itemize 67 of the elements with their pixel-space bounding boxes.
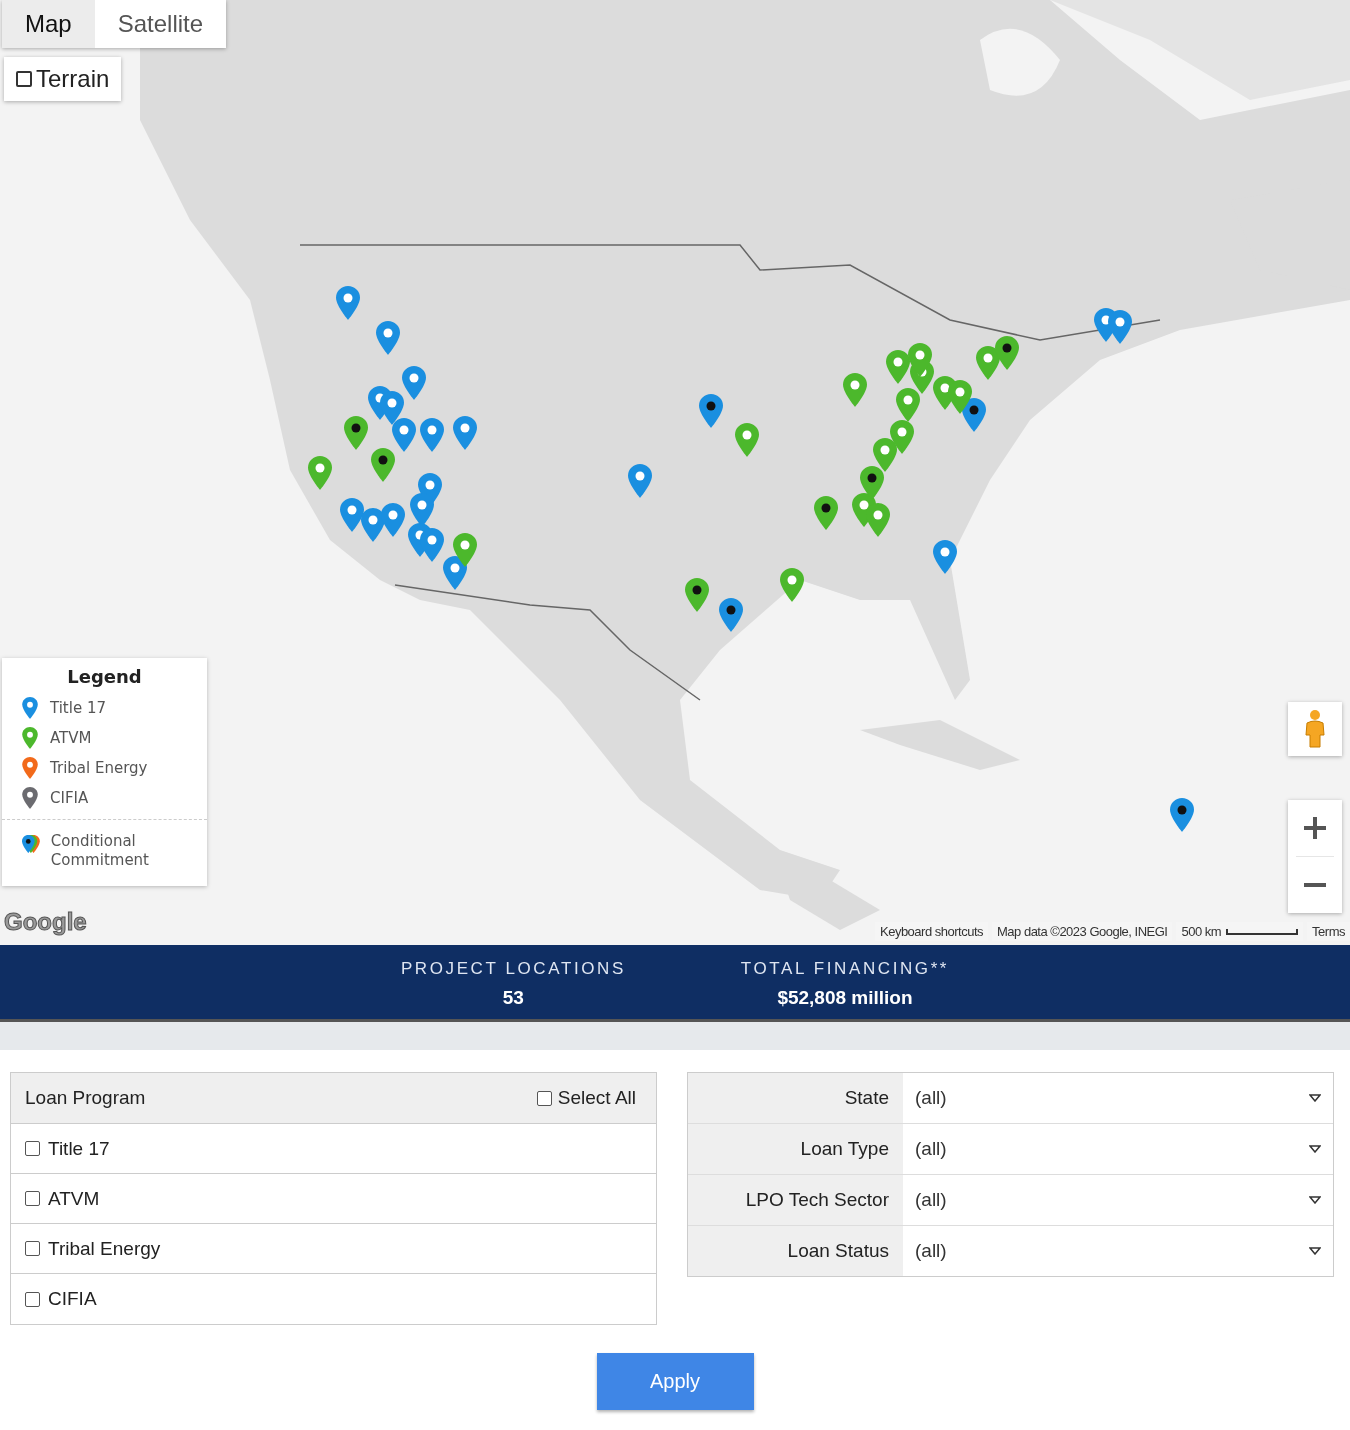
stat-value: 53 [502,987,524,1009]
map-marker[interactable] [866,503,890,537]
map-marker[interactable] [843,373,867,407]
caret-icon [1309,1145,1321,1153]
pegman-icon[interactable] [1288,702,1342,756]
map-marker[interactable] [340,498,364,532]
map-marker[interactable] [381,503,405,537]
legend-label: Conditional Commitment [50,832,150,870]
caret-icon [1309,1094,1321,1102]
caret-icon [1309,1196,1321,1204]
map-marker[interactable] [453,533,477,567]
map-marker[interactable] [392,418,416,452]
legend-label: ATVM [50,729,92,747]
map-marker[interactable] [420,528,444,562]
map-marker[interactable] [402,366,426,400]
map-marker[interactable] [308,456,332,490]
caret-icon [1309,1247,1321,1255]
map-marker[interactable] [699,394,723,428]
filter-label: Loan Status [688,1226,903,1276]
map-marker[interactable] [371,448,395,482]
stat-label: TOTAL FINANCING** [740,959,950,979]
pin-stack-icon [22,832,41,856]
map-marker[interactable] [860,466,884,500]
filter-label: Loan Type [688,1124,903,1174]
legend-title: Legend [66,666,143,687]
map-marker[interactable] [685,578,709,612]
map-marker[interactable] [719,598,743,632]
map-marker[interactable] [1108,310,1132,344]
map-marker[interactable] [380,391,404,425]
map-marker[interactable] [735,423,759,457]
map-marker[interactable] [896,388,920,422]
map-marker[interactable] [814,496,838,530]
legend-label: Title 17 [50,699,106,717]
filter-label: State [688,1073,903,1123]
zoom-in-button[interactable] [1288,800,1342,856]
stat-label: PROJECT LOCATIONS [400,959,626,979]
select-all-checkbox[interactable]: Select All [530,1086,642,1110]
stat-value: $52,808 million [777,987,913,1009]
map-type-tab[interactable]: Map [2,0,95,48]
map-marker[interactable] [933,540,957,574]
map-marker[interactable] [628,464,652,498]
terrain-checkbox[interactable]: Terrain [4,57,122,101]
map-marker[interactable] [908,343,932,377]
panel-title: Loan Program [25,1087,146,1109]
map-marker[interactable] [344,416,368,450]
map-marker[interactable] [1170,798,1194,832]
map-marker[interactable] [886,350,910,384]
filter-label: LPO Tech Sector [688,1175,903,1225]
zoom-out-button[interactable] [1288,857,1342,913]
map-marker[interactable] [361,508,385,542]
apply-button[interactable]: Apply [596,1353,754,1410]
map-marker[interactable] [453,416,477,450]
map-marker[interactable] [420,418,444,452]
legend-label: Tribal Energy [50,759,148,777]
map-marker[interactable] [976,346,1000,380]
map-marker[interactable] [336,286,360,320]
map-marker[interactable] [410,493,434,527]
map-marker[interactable] [780,568,804,602]
map-logo: Google [4,908,87,936]
minus-icon [1304,883,1326,887]
map-marker[interactable] [873,438,897,472]
map-type-tab[interactable]: Satellite [94,0,227,48]
map-marker[interactable] [948,380,972,414]
legend-label: CIFIA [50,789,89,807]
plus-icon [1302,815,1328,841]
map-marker[interactable] [995,336,1019,370]
map-marker[interactable] [376,321,400,355]
